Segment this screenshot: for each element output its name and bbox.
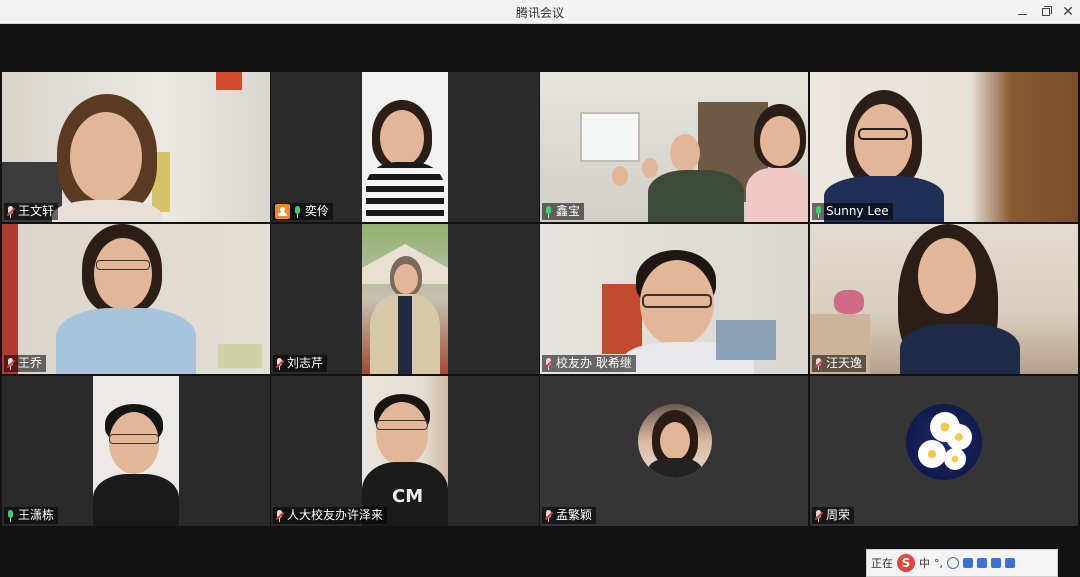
close-icon: ✕ [1062, 4, 1074, 20]
participant-tile[interactable]: 奕伶 [271, 72, 539, 222]
window-titlebar: 腾讯会议 ✕ [0, 0, 1080, 24]
participant-name-tag: 校友办 耿希继 [542, 355, 636, 372]
skin-icon[interactable] [991, 558, 1001, 568]
participant-name-tag: Sunny Lee [812, 203, 893, 220]
toolbox-icon[interactable] [1005, 558, 1015, 568]
restore-icon [1042, 6, 1052, 16]
voice-input-icon[interactable] [963, 558, 973, 568]
mic-on-icon [814, 205, 823, 218]
mic-muted-icon [814, 509, 824, 522]
participant-tile[interactable]: 汪天逸 [810, 224, 1078, 374]
participant-tile[interactable]: Sunny Lee [810, 72, 1078, 222]
participant-name-tag: 王潇栋 [4, 507, 59, 524]
participant-name-tag: 周荣 [812, 507, 855, 524]
participant-video [362, 72, 448, 222]
participant-tile[interactable]: 王潇栋 [2, 376, 270, 526]
participant-tile[interactable]: 周荣 [810, 376, 1078, 526]
close-button[interactable]: ✕ [1054, 0, 1080, 24]
mic-muted-icon [814, 357, 824, 370]
participant-video [93, 376, 179, 526]
mic-muted-icon [544, 357, 554, 370]
window-title: 腾讯会议 [515, 6, 564, 20]
mic-muted-icon [544, 509, 554, 522]
participant-tile[interactable]: 王乔 [2, 224, 270, 374]
sogou-logo-icon[interactable]: S [897, 554, 915, 572]
participant-name-tag: 孟繁颖 [542, 507, 597, 524]
participant-name-tag: 刘志芹 [273, 355, 328, 372]
video-grid: 王文轩 奕伶 鑫宝 Sunny Lee 王乔 刘志芹 校友办 耿希继 汪天逸 王… [0, 24, 1080, 577]
participant-tile[interactable]: CM 人大校友办许泽来 [271, 376, 539, 526]
mic-muted-icon [275, 357, 285, 370]
mic-on-icon [544, 205, 553, 218]
participant-avatar [638, 404, 712, 478]
participant-video [362, 224, 448, 374]
mic-muted-icon [6, 205, 16, 218]
mic-muted-icon [6, 357, 16, 370]
mic-on-icon [293, 205, 302, 218]
participant-tile[interactable]: 刘志芹 [271, 224, 539, 374]
participant-video [2, 224, 270, 374]
punctuation-icon[interactable]: °, [934, 557, 943, 570]
mic-muted-icon [275, 509, 285, 522]
participant-name-tag: 王文轩 [4, 203, 59, 220]
participant-tile[interactable]: 王文轩 [2, 72, 270, 222]
ime-status-text: 正在 [871, 557, 893, 570]
mic-on-icon [6, 509, 15, 522]
participant-name-tag: 汪天逸 [812, 355, 867, 372]
participant-video [810, 224, 1078, 374]
participant-tile-active-speaker[interactable]: 鑫宝 [540, 72, 808, 222]
keyboard-icon[interactable] [977, 558, 987, 568]
participant-video [540, 72, 808, 222]
ime-mode-toggle[interactable]: 中 [919, 555, 930, 571]
participant-video [810, 72, 1078, 222]
host-icon [275, 204, 290, 219]
emoji-icon[interactable] [947, 557, 959, 569]
participant-video [2, 72, 270, 222]
participant-tile[interactable]: 校友办 耿希继 [540, 224, 808, 374]
participant-tile[interactable]: 孟繁颖 [540, 376, 808, 526]
participant-name-tag: 人大校友办许泽来 [273, 507, 388, 524]
participant-video: CM [362, 376, 448, 526]
ime-toolbar[interactable]: 正在 S 中 °, [866, 549, 1058, 577]
minimize-icon [1017, 13, 1027, 15]
participant-name-tag: 鑫宝 [542, 203, 585, 220]
participant-name-tag: 王乔 [4, 355, 47, 372]
participant-video [540, 224, 808, 374]
participant-name-tag: 奕伶 [273, 203, 334, 220]
participant-avatar [906, 404, 982, 480]
